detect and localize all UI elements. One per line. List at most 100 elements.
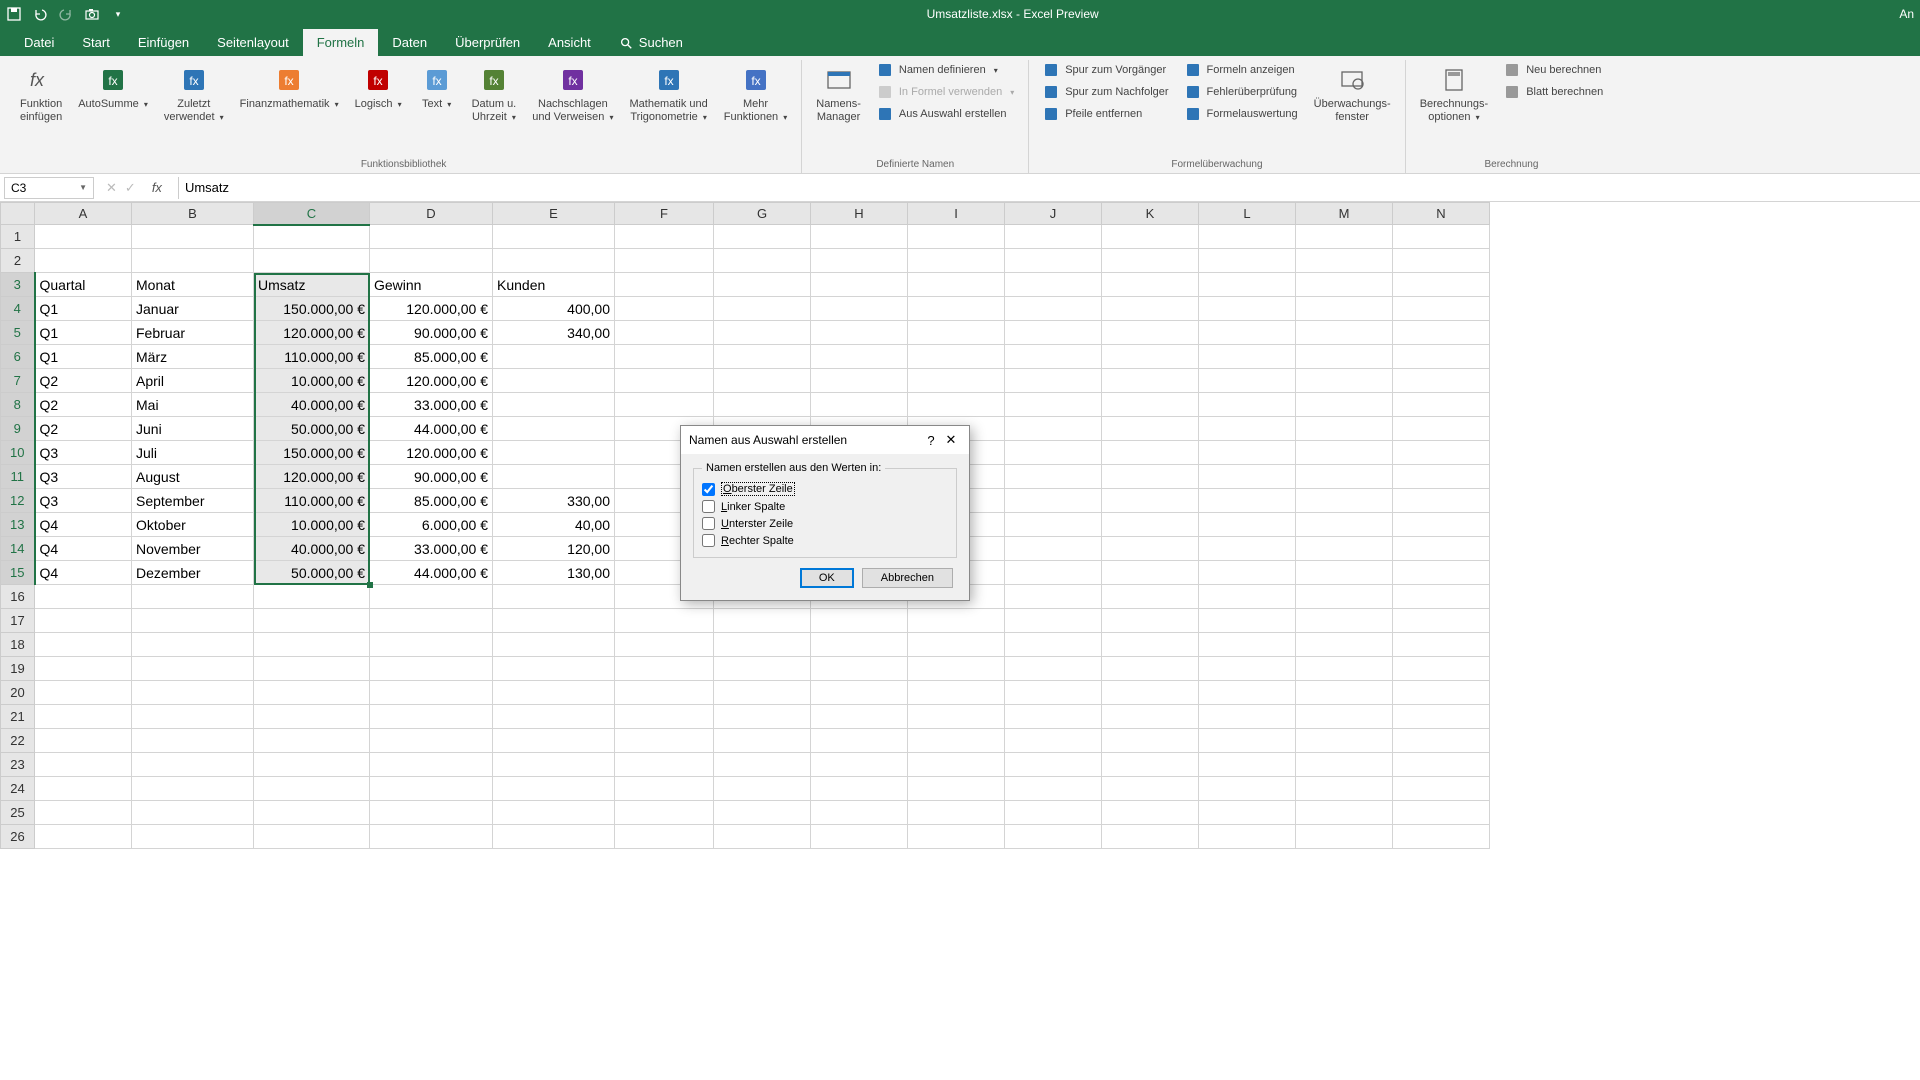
cell-D8[interactable]: 33.000,00 € [370,393,493,417]
column-header-E[interactable]: E [493,203,615,225]
tab-ansicht[interactable]: Ansicht [534,29,605,56]
cell-N24[interactable] [1393,777,1490,801]
cell-A25[interactable] [35,801,132,825]
checkbox[interactable] [702,500,715,513]
redo-icon[interactable] [58,6,74,22]
cell-L26[interactable] [1199,825,1296,849]
row-header-23[interactable]: 23 [1,753,35,777]
column-header-K[interactable]: K [1102,203,1199,225]
cell-C9[interactable]: 50.000,00 € [254,417,370,441]
row-header-1[interactable]: 1 [1,225,35,249]
cell-J14[interactable] [1005,537,1102,561]
cell-C19[interactable] [254,657,370,681]
cell-N15[interactable] [1393,561,1490,585]
cell-E8[interactable] [493,393,615,417]
cell-C17[interactable] [254,609,370,633]
cancel-button[interactable]: Abbrechen [862,568,953,588]
qat-customize-icon[interactable]: ▾ [110,6,126,22]
ribbon-btn-spur-zum-vorgänger[interactable]: Spur zum Vorgänger [1037,60,1174,80]
cell-D1[interactable] [370,225,493,249]
ribbon-btn-text[interactable]: fxText ▾ [412,60,462,115]
cell-N26[interactable] [1393,825,1490,849]
cell-D24[interactable] [370,777,493,801]
column-header-L[interactable]: L [1199,203,1296,225]
cell-B23[interactable] [132,753,254,777]
cell-L1[interactable] [1199,225,1296,249]
cell-F8[interactable] [615,393,714,417]
cell-D21[interactable] [370,705,493,729]
cell-N6[interactable] [1393,345,1490,369]
cell-C4[interactable]: 150.000,00 € [254,297,370,321]
cell-D26[interactable] [370,825,493,849]
row-header-3[interactable]: 3 [1,273,35,297]
cell-D18[interactable] [370,633,493,657]
cell-B20[interactable] [132,681,254,705]
row-header-16[interactable]: 16 [1,585,35,609]
cell-L23[interactable] [1199,753,1296,777]
cell-C20[interactable] [254,681,370,705]
ribbon-btn-pfeile-entfernen[interactable]: Pfeile entfernen [1037,104,1174,124]
cell-K20[interactable] [1102,681,1199,705]
cell-N17[interactable] [1393,609,1490,633]
cell-B22[interactable] [132,729,254,753]
cell-G26[interactable] [714,825,811,849]
row-header-12[interactable]: 12 [1,489,35,513]
cell-H25[interactable] [811,801,908,825]
cell-F21[interactable] [615,705,714,729]
cell-F5[interactable] [615,321,714,345]
cell-A20[interactable] [35,681,132,705]
cell-J25[interactable] [1005,801,1102,825]
cell-M14[interactable] [1296,537,1393,561]
tell-me-search[interactable]: Suchen [605,29,697,56]
cell-E25[interactable] [493,801,615,825]
cell-N25[interactable] [1393,801,1490,825]
cell-A7[interactable]: Q2 [35,369,132,393]
cell-H19[interactable] [811,657,908,681]
cell-E23[interactable] [493,753,615,777]
cell-G22[interactable] [714,729,811,753]
cell-E16[interactable] [493,585,615,609]
ribbon-btn-ueberwachungsfenster[interactable]: Überwachungs-fenster [1308,60,1397,128]
cell-B16[interactable] [132,585,254,609]
cell-K18[interactable] [1102,633,1199,657]
cell-E17[interactable] [493,609,615,633]
cell-G4[interactable] [714,297,811,321]
cell-M15[interactable] [1296,561,1393,585]
cell-L22[interactable] [1199,729,1296,753]
cell-N7[interactable] [1393,369,1490,393]
cell-F2[interactable] [615,249,714,273]
cell-J17[interactable] [1005,609,1102,633]
cell-K13[interactable] [1102,513,1199,537]
column-header-H[interactable]: H [811,203,908,225]
cell-B10[interactable]: Juli [132,441,254,465]
cell-H4[interactable] [811,297,908,321]
cell-C2[interactable] [254,249,370,273]
cell-B3[interactable]: Monat [132,273,254,297]
column-header-N[interactable]: N [1393,203,1490,225]
checkbox[interactable] [702,534,715,547]
cell-E24[interactable] [493,777,615,801]
cell-B18[interactable] [132,633,254,657]
cell-K4[interactable] [1102,297,1199,321]
cell-F17[interactable] [615,609,714,633]
cell-F25[interactable] [615,801,714,825]
ok-button[interactable]: OK [800,568,854,588]
cell-H23[interactable] [811,753,908,777]
checkbox[interactable] [702,517,715,530]
cell-I19[interactable] [908,657,1005,681]
cell-N1[interactable] [1393,225,1490,249]
tab-formeln[interactable]: Formeln [303,29,379,56]
cell-N12[interactable] [1393,489,1490,513]
cell-H1[interactable] [811,225,908,249]
cell-B15[interactable]: Dezember [132,561,254,585]
cell-I22[interactable] [908,729,1005,753]
ribbon-btn-neu-berechnen[interactable]: Neu berechnen [1498,60,1609,80]
cell-N5[interactable] [1393,321,1490,345]
cell-C10[interactable]: 150.000,00 € [254,441,370,465]
cell-E14[interactable]: 120,00 [493,537,615,561]
dialog-option-1[interactable]: Linker Spalte [702,498,948,515]
cell-M21[interactable] [1296,705,1393,729]
cell-J20[interactable] [1005,681,1102,705]
cell-E11[interactable] [493,465,615,489]
cell-K19[interactable] [1102,657,1199,681]
